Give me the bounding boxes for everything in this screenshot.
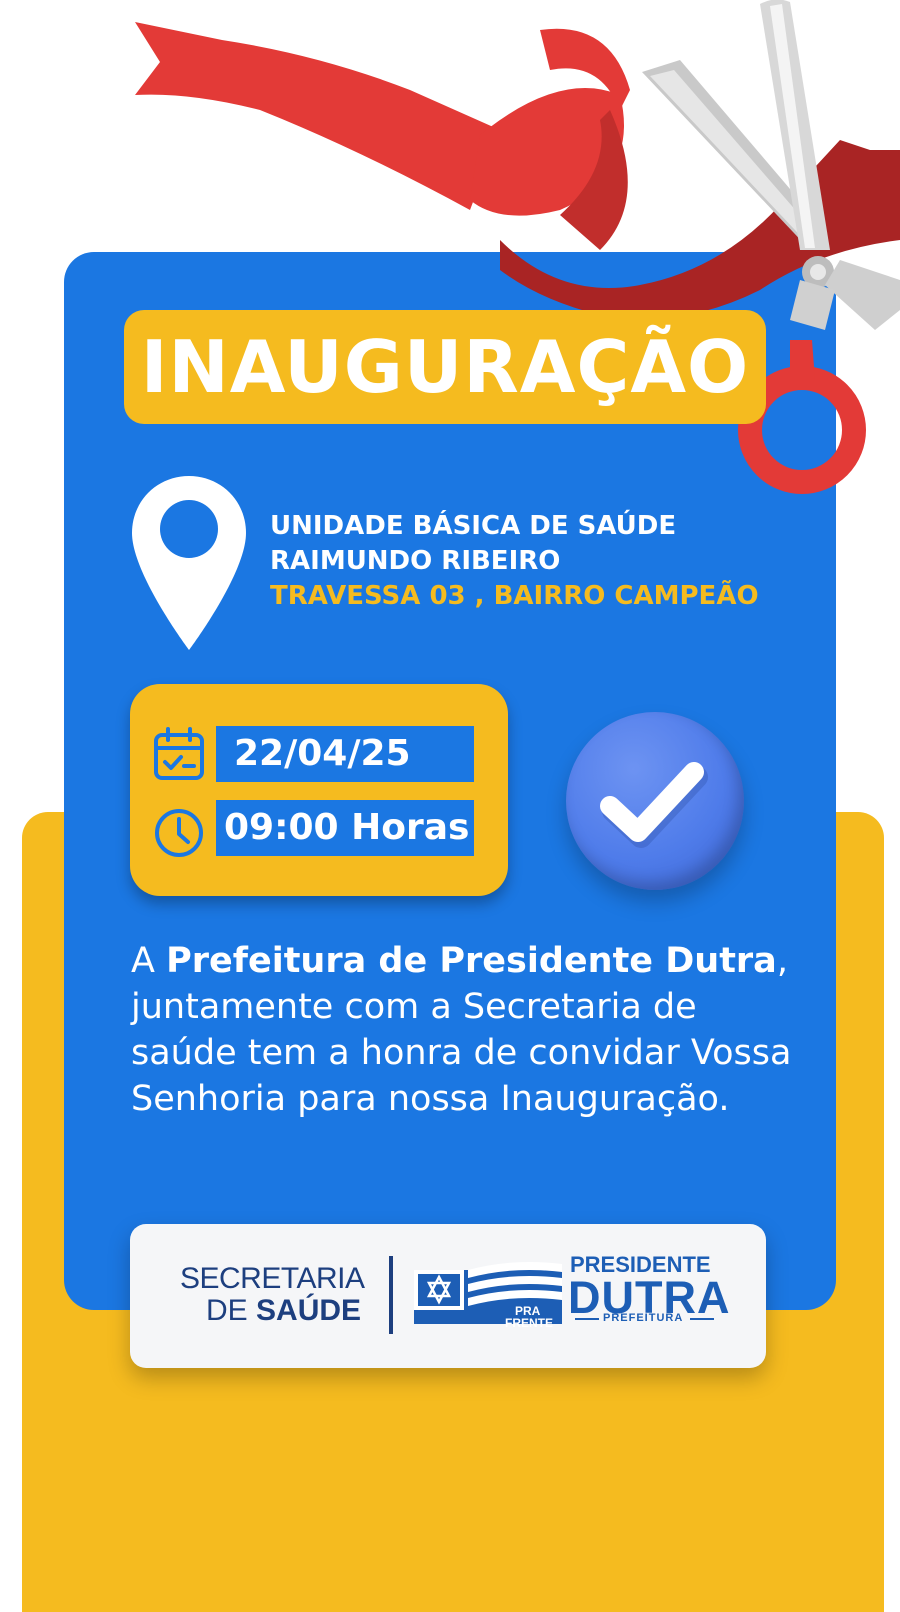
checkmark-icon xyxy=(600,762,708,848)
secretaria-saude: SAÚDE xyxy=(256,1294,362,1327)
secretaria-de: DE xyxy=(206,1294,257,1327)
location-pin-icon xyxy=(132,476,246,650)
calendar-icon xyxy=(154,727,204,780)
page-title: INAUGURAÇÃO xyxy=(140,325,750,409)
secretaria-logo-line2: DE SAÚDE xyxy=(206,1294,361,1328)
location-name-line2: RAIMUNDO RIBEIRO xyxy=(270,546,561,576)
message-prefix: A xyxy=(131,941,167,981)
prefeitura-rule-right xyxy=(690,1318,714,1320)
prefeitura-rule-left xyxy=(575,1318,599,1320)
pra-frente-slogan: PRA FRENTE xyxy=(505,1305,553,1329)
secretaria-logo-line1: SECRETARIA xyxy=(180,1262,365,1295)
logo-divider xyxy=(389,1256,393,1334)
title-banner: INAUGURAÇÃO xyxy=(124,310,766,424)
datetime-panel xyxy=(130,684,508,896)
message-host: Prefeitura de Presidente Dutra xyxy=(166,941,777,981)
prefeitura-label: PREFEITURA xyxy=(603,1312,684,1324)
scissors-icon xyxy=(642,0,900,494)
invitation-message: A Prefeitura de Presidente Dutra, juntam… xyxy=(131,938,811,1122)
location-name-line1: UNIDADE BÁSICA DE SAÚDE xyxy=(270,511,677,541)
clock-icon xyxy=(155,809,203,857)
event-date: 22/04/25 xyxy=(234,733,411,774)
location-address: TRAVESSA 03 , BAIRRO CAMPEÃO xyxy=(270,581,759,611)
event-time: 09:00 Horas xyxy=(224,807,470,848)
pra-frente-line2: FRENTE xyxy=(505,1316,553,1330)
